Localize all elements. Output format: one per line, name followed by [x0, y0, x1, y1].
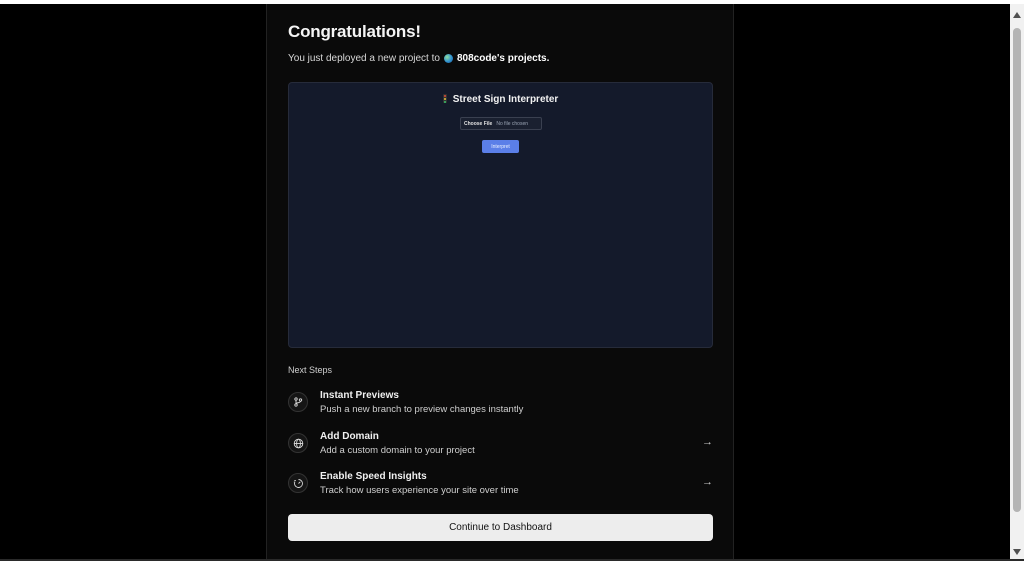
step-speed-insights[interactable]: Enable Speed Insights Track how users ex… — [288, 471, 713, 501]
scroll-up-icon[interactable] — [1013, 12, 1021, 18]
deployment-preview[interactable]: Street Sign Interpreter Choose File No f… — [288, 82, 713, 348]
git-branch-icon — [288, 392, 308, 412]
step-title: Enable Speed Insights — [320, 471, 427, 482]
arrow-right-icon[interactable]: → — [702, 476, 713, 488]
continue-to-dashboard-button[interactable]: Continue to Dashboard — [288, 514, 713, 541]
choose-file-button[interactable]: Choose File — [464, 121, 492, 127]
globe-icon — [288, 433, 308, 453]
vertical-scrollbar[interactable] — [1010, 4, 1024, 561]
browser-viewport: Congratulations! You just deployed a new… — [0, 0, 1024, 576]
file-status-text: No file chosen — [496, 120, 529, 127]
file-chooser[interactable]: Choose File No file chosen — [460, 117, 542, 130]
scroll-down-icon[interactable] — [1013, 549, 1021, 555]
preview-app-title-text: Street Sign Interpreter — [452, 94, 559, 105]
team-avatar-icon — [443, 54, 453, 63]
team-name[interactable]: 808code's projects. — [457, 53, 549, 64]
step-add-domain[interactable]: Add Domain Add a custom domain to your p… — [288, 431, 713, 461]
preview-app-title: Street Sign Interpreter — [289, 94, 712, 105]
step-instant-previews[interactable]: Instant Previews Push a new branch to pr… — [288, 390, 713, 420]
page-title: Congratulations! — [288, 22, 421, 41]
deploy-subtitle: You just deployed a new project to 808co… — [288, 53, 549, 64]
bottom-window-edge — [0, 561, 1024, 576]
step-description: Add a custom domain to your project — [320, 445, 475, 456]
step-description: Track how users experience your site ove… — [320, 485, 519, 496]
next-steps-heading: Next Steps — [288, 365, 333, 375]
arrow-right-icon[interactable]: → — [702, 436, 713, 448]
speed-gauge-icon — [288, 473, 308, 493]
scrollbar-thumb[interactable] — [1013, 28, 1021, 512]
deployment-success-card: Congratulations! You just deployed a new… — [266, 4, 734, 561]
step-title: Instant Previews — [320, 390, 399, 401]
subtitle-text: You just deployed a new project to — [288, 53, 440, 64]
step-title: Add Domain — [320, 431, 379, 442]
interpret-button[interactable]: Interpret — [482, 140, 519, 153]
traffic-light-icon — [442, 94, 447, 103]
step-description: Push a new branch to preview changes ins… — [320, 404, 524, 415]
